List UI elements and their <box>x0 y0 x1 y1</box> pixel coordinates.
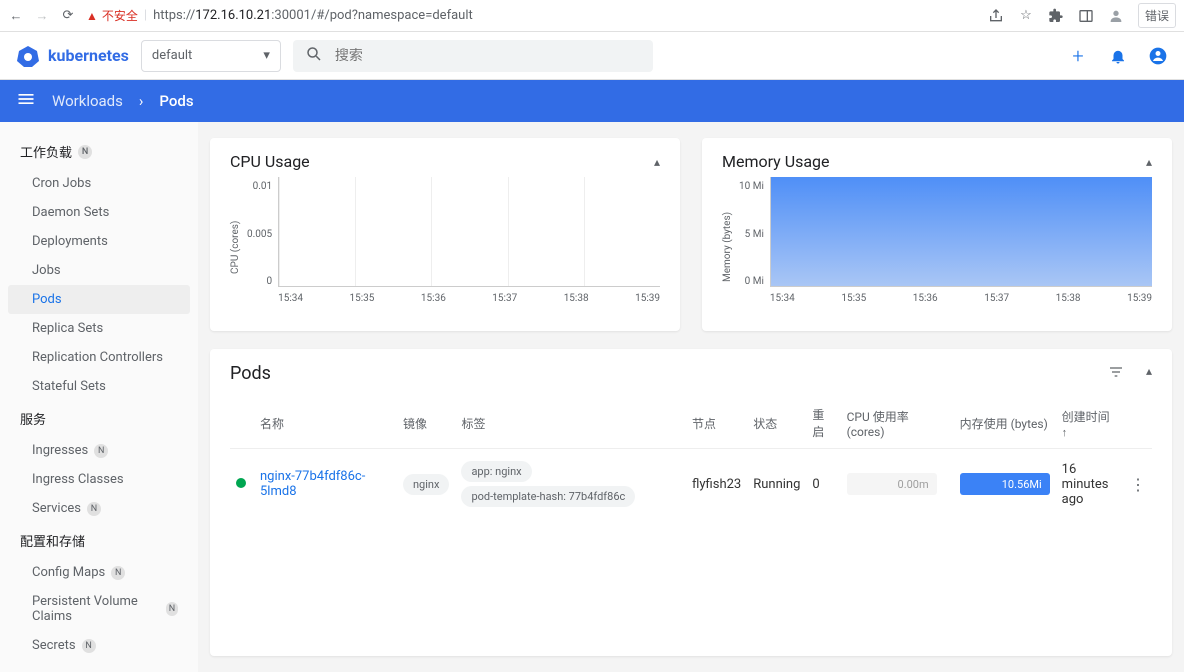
sidebar-item[interactable]: Ingresses N <box>8 436 190 465</box>
back-icon[interactable]: ← <box>8 8 24 24</box>
badge: N <box>78 145 92 159</box>
chart-title: CPU Usage <box>230 152 310 171</box>
badge: N <box>87 502 101 516</box>
namespace-select[interactable]: default ▾ <box>141 40 281 72</box>
y-axis-label: Memory (bytes) <box>722 177 733 317</box>
browser-toolbar: ← → ⟳ ▲ 不安全 | https://172.16.10.21:30001… <box>0 0 1184 32</box>
sort-asc-icon: ↑ <box>1062 426 1068 439</box>
pods-card: Pods ▴ 名称 镜像 标签 节点 状态 <box>210 349 1172 656</box>
col-cpu[interactable]: CPU 使用率 (cores) <box>841 398 954 449</box>
crumb-workloads[interactable]: Workloads <box>52 92 123 110</box>
pods-title: Pods <box>230 363 271 384</box>
create-button[interactable]: + <box>1068 46 1088 66</box>
created-cell: 16 minutes ago <box>1056 449 1124 520</box>
share-icon[interactable] <box>988 8 1004 24</box>
warning-icon: ▲ <box>86 9 98 23</box>
image-chip: nginx <box>403 474 449 495</box>
status-dot <box>236 478 246 488</box>
chevron-down-icon: ▾ <box>263 48 270 63</box>
app-header: kubernetes default ▾ + <box>0 32 1184 80</box>
chart-title: Memory Usage <box>722 152 830 171</box>
sidebar-section[interactable]: 配置和存储 <box>8 523 190 558</box>
sidebar-item[interactable]: Stateful Sets <box>8 372 190 401</box>
table-row: nginx-77b4fdf86c-5lmd8 nginx app: nginx p… <box>230 449 1152 520</box>
col-restarts[interactable]: 重启 <box>806 398 840 449</box>
restarts-cell: 0 <box>806 449 840 520</box>
cpu-metric: 0.00m <box>847 473 937 495</box>
filter-icon[interactable] <box>1108 364 1124 384</box>
col-name[interactable]: 名称 <box>254 398 397 449</box>
x-ticks: 15:3415:3515:3615:3715:3815:39 <box>278 287 660 304</box>
x-ticks: 15:3415:3515:3615:3715:3815:39 <box>770 287 1152 304</box>
chart-plot <box>770 177 1152 287</box>
menu-icon[interactable] <box>16 89 36 113</box>
chevron-right-icon: › <box>139 92 144 110</box>
chart-plot <box>278 177 660 287</box>
label-chip: app: nginx <box>461 461 531 482</box>
y-ticks: 10 Mi5 Mi0 Mi <box>733 177 770 287</box>
forward-icon[interactable]: → <box>34 8 50 24</box>
sidebar-item[interactable]: Services N <box>8 494 190 523</box>
extensions-icon[interactable] <box>1048 8 1064 24</box>
reload-icon[interactable]: ⟳ <box>60 8 76 24</box>
sidebar-item[interactable]: Cron Jobs <box>8 169 190 198</box>
row-menu-icon[interactable]: ⋮ <box>1130 475 1146 494</box>
collapse-icon[interactable]: ▴ <box>654 155 660 169</box>
y-ticks: 0.010.0050 <box>241 177 278 287</box>
search-icon <box>305 45 323 67</box>
crumb-pods: Pods <box>159 92 193 110</box>
kubernetes-logo[interactable]: kubernetes <box>16 44 129 68</box>
sidebar-item[interactable]: Pods <box>8 285 190 314</box>
memory-chart-card: Memory Usage ▴ Memory (bytes)10 Mi5 Mi0 Mi… <box>702 138 1172 331</box>
label-chip: pod-template-hash: 77b4fdf86c <box>461 486 635 507</box>
breadcrumb: Workloads › Pods <box>0 80 1184 122</box>
panel-icon[interactable] <box>1078 8 1094 24</box>
sidebar-item[interactable]: Replica Sets <box>8 314 190 343</box>
profile-icon[interactable] <box>1108 8 1124 24</box>
cpu-chart-card: CPU Usage ▴ CPU (cores)0.010.005015:3415:3… <box>210 138 680 331</box>
sidebar-item[interactable]: Deployments <box>8 227 190 256</box>
badge: N <box>82 639 96 653</box>
address-bar[interactable]: ▲ 不安全 | https://172.16.10.21:30001/#/pod… <box>86 7 978 24</box>
col-mem[interactable]: 内存使用 (bytes) <box>954 398 1056 449</box>
status-cell: Running <box>747 449 806 520</box>
sidebar-item[interactable]: Replication Controllers <box>8 343 190 372</box>
url-text: https://172.16.10.21:30001/#/pod?namespa… <box>153 8 473 23</box>
collapse-icon[interactable]: ▴ <box>1146 364 1152 384</box>
col-status[interactable]: 状态 <box>747 398 806 449</box>
pod-link[interactable]: nginx-77b4fdf86c-5lmd8 <box>260 469 365 499</box>
y-axis-label: CPU (cores) <box>230 177 241 317</box>
badge: N <box>111 566 125 580</box>
col-image[interactable]: 镜像 <box>397 398 455 449</box>
sidebar-item[interactable]: Persistent Volume Claims N <box>8 587 190 631</box>
insecure-badge: ▲ 不安全 <box>86 7 138 24</box>
notifications-icon[interactable] <box>1108 46 1128 66</box>
bookmark-icon[interactable]: ☆ <box>1018 8 1034 24</box>
sidebar-section[interactable]: 服务 <box>8 401 190 436</box>
sidebar-item[interactable]: Config Maps N <box>8 558 190 587</box>
col-created[interactable]: 创建时间 ↑ <box>1056 398 1124 449</box>
content: CPU Usage▴CPU (cores)0.010.005015:3415:3… <box>198 122 1184 672</box>
search-input[interactable] <box>335 48 641 64</box>
sidebar-item[interactable]: Daemon Sets <box>8 198 190 227</box>
error-button[interactable]: 错误 <box>1138 3 1176 28</box>
account-icon[interactable] <box>1148 46 1168 66</box>
badge: N <box>94 444 108 458</box>
sidebar-item[interactable]: Ingress Classes <box>8 465 190 494</box>
node-cell: flyfish23 <box>686 449 747 520</box>
charts-row: CPU Usage▴CPU (cores)0.010.005015:3415:3… <box>210 138 1172 331</box>
sidebar-item[interactable]: Secrets N <box>8 631 190 660</box>
col-labels[interactable]: 标签 <box>455 398 686 449</box>
mem-metric: 10.56Mi <box>960 473 1050 495</box>
sidebar: 工作负载NCron JobsDaemon SetsDeploymentsJobs… <box>0 122 198 672</box>
search-box[interactable] <box>293 40 653 72</box>
col-node[interactable]: 节点 <box>686 398 747 449</box>
collapse-icon[interactable]: ▴ <box>1146 155 1152 169</box>
sidebar-section[interactable]: 工作负载N <box>8 134 190 169</box>
sidebar-item[interactable]: Jobs <box>8 256 190 285</box>
badge: N <box>166 602 178 616</box>
pods-table: 名称 镜像 标签 节点 状态 重启 CPU 使用率 (cores) 内存使用 (… <box>230 398 1152 519</box>
